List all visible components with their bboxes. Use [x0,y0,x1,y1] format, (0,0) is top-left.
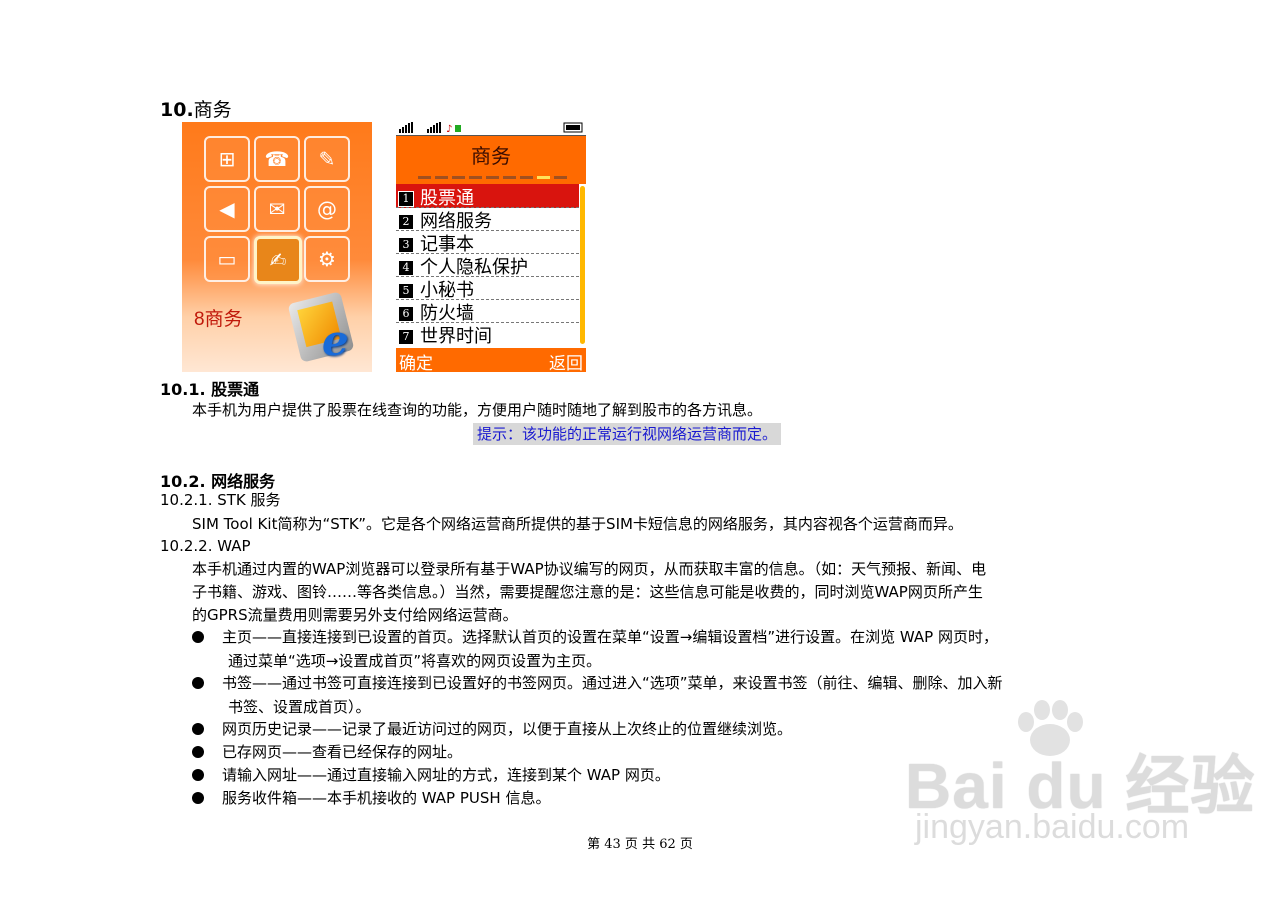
menu-item[interactable]: 3 记事本 [396,230,579,255]
page-indicator-dash [469,176,482,179]
business-icon: ✍ [254,236,302,284]
section-heading: 10.商务 [160,95,232,122]
scrollbar[interactable] [579,184,586,348]
menu-title: 商务 [471,144,511,168]
menu-item[interactable]: 5 小秘书 [396,276,579,301]
bullet-icon [192,769,204,781]
bullet-text-cont: 书签、设置成首页）。 [228,698,371,716]
bullet-text: 服务收件箱——本手机接收的 WAP PUSH 信息。 [222,789,551,807]
grid-selected-label: 8商务 [194,309,243,330]
speaker-icon: ◀ [204,186,250,232]
softkey-back[interactable]: 返回 [549,349,583,372]
page-indicator-dash [554,176,567,179]
page-indicator-dash [520,176,533,179]
gear-icon: ⚙ [304,236,350,282]
menu-item[interactable]: 7 世界时间 [396,322,579,347]
grid-menu-screenshot: ⊞ ☎ ✎ ◀ ✉ @ ▭ ✍ ⚙ 8商务 e [182,122,372,372]
softkey-bar: 确定 返回 [396,349,586,372]
business-menu-screenshot: ♪ 商务 1 股票通 2 网络服务 3 记事本 4 个人隐私保护 5 小秘书 6 防火墙 7… [396,120,586,372]
menu-item[interactable]: 4 个人隐私保护 [396,253,579,278]
subsection-heading-10-1: 10.1. 股票通 [160,380,260,399]
menu-item[interactable]: 1 股票通 [396,184,579,209]
page-indicator-dash [486,176,499,179]
softkey-ok[interactable]: 确定 [399,349,433,372]
briefcase-icon: ▭ [204,236,250,282]
bullet-text: 已存网页——查看已经保存的网址。 [222,743,463,761]
bullet-text: 请输入网址——通过直接输入网址的方式，连接到某个 WAP 网页。 [222,766,670,784]
notes-icon: ✎ [304,136,350,182]
page-indicator-dash-active [537,176,550,179]
watermark-url: jingyan.baidu.com [915,808,1190,846]
internet-icon: @ [304,186,350,232]
bullet-text-cont: 通过菜单“选项→设置成首页”将喜欢的网页设置为主页。 [228,652,602,670]
menu-item[interactable]: 2 网络服务 [396,207,579,232]
bullet-text: 书签——通过书签可直接连接到已设置好的书签网页。通过进入“选项”菜单，来设置书签… [222,674,1003,692]
browser-e-icon: e [322,316,349,365]
paragraph-line: 本手机通过内置的WAP浏览器可以登录所有基于WAP协议编写的网页，从而获取丰富的… [192,560,987,578]
bullet-icon [192,792,204,804]
bullet-icon [192,723,204,735]
section-title: 商务 [193,99,232,121]
paragraph-line: 子书籍、游戏、图铃……等各类信息。）当然，需要提醒您注意的是：这些信息可能是收费… [192,583,983,601]
page-indicator-dash [435,176,448,179]
page-indicator-dash [418,176,431,179]
grid-icon: ⊞ [204,136,250,182]
subsection-heading-10-2-2: 10.2.2. WAP [160,537,251,555]
subsection-heading-10-2-1: 10.2.1. STK 服务 [160,491,281,509]
section-number: 10. [160,99,194,121]
menu-list: 1 股票通 2 网络服务 3 记事本 4 个人隐私保护 5 小秘书 6 防火墙 7 世界时间 [396,184,579,348]
bullet-icon [192,631,204,643]
bullet-icon [192,677,204,689]
paragraph: SIM Tool Kit简称为“STK”。它是各个网络运营商所提供的基于SIM卡… [192,515,963,533]
page-indicator-dash [452,176,465,179]
paragraph-line: 的GPRS流量费用则需要另外支付给网络运营商。 [192,606,518,624]
signal-icon: ♪ [399,122,583,135]
scrollbar-thumb[interactable] [580,186,585,344]
page-indicator-dash [503,176,516,179]
envelope-icon: ✉ [254,186,300,232]
bullet-icon [192,746,204,758]
phonebook-icon: ☎ [254,136,300,182]
status-bar: ♪ [396,120,586,136]
menu-item[interactable]: 6 防火墙 [396,299,579,324]
tip-note: 提示：该功能的正常运行视网络运营商而定。 [473,423,782,445]
svg-text:♪: ♪ [446,124,452,135]
bullet-text: 网页历史记录——记录了最近访问过的网页，以便于直接从上次终止的位置继续浏览。 [222,720,793,738]
paragraph: 本手机为用户提供了股票在线查询的功能，方便用户随时随地了解到股市的各方讯息。 [192,401,763,419]
bullet-text: 主页——直接连接到已设置的首页。选择默认首页的设置在菜单“设置→编辑设置档”进行… [222,628,998,646]
